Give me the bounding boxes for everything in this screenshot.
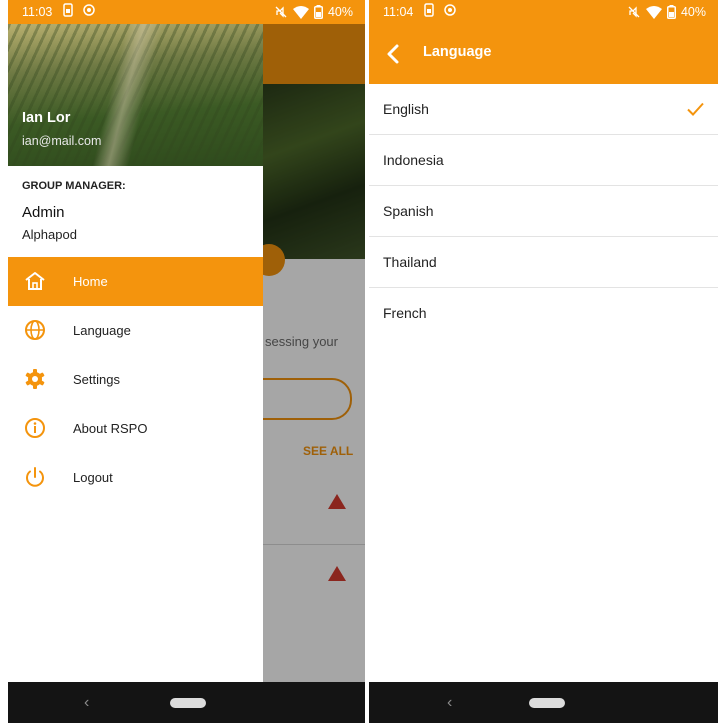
drawer-scrim[interactable] [263, 24, 365, 682]
battery-icon [313, 5, 323, 19]
language-label: Spanish [383, 203, 434, 219]
battery-percent: 40% [680, 5, 706, 19]
system-back-button[interactable]: ‹ [84, 694, 89, 712]
drawer-menu: Home Language Settings About RSPO Logout [8, 257, 263, 502]
gear-icon [25, 369, 45, 389]
system-back-button[interactable]: ‹ [447, 694, 452, 712]
info-icon [25, 418, 45, 438]
menu-item-label: About RSPO [73, 421, 148, 436]
navigation-drawer: Ian Lor ian@mail.com GROUP MANAGER: Admi… [8, 24, 263, 682]
status-time: 11:03 [22, 5, 53, 19]
user-name: Ian Lor [22, 110, 71, 126]
language-app-bar: Language [369, 24, 718, 84]
language-option-french[interactable]: French [369, 288, 718, 338]
right-phone-screen: 11:04 40% Language English Indonesia Spa… [369, 0, 718, 723]
group-organization: Alphapod [22, 227, 77, 242]
sim-icon [63, 3, 73, 17]
battery-percent: 40% [327, 5, 353, 19]
page-title: Language [423, 44, 492, 60]
menu-item-label: Language [73, 323, 131, 338]
mute-icon [628, 6, 640, 18]
menu-item-label: Home [73, 274, 108, 289]
language-label: French [383, 305, 427, 321]
language-option-thailand[interactable]: Thailand [369, 237, 718, 288]
group-manager-label: GROUP MANAGER: [22, 180, 126, 192]
checkmark-icon [687, 102, 704, 116]
status-bar: 11:04 40% [369, 0, 718, 24]
sim-icon [424, 3, 434, 17]
system-nav-bar: ‹ [8, 682, 365, 723]
power-icon [26, 467, 44, 487]
system-home-button[interactable] [170, 698, 206, 708]
language-label: Thailand [383, 254, 437, 270]
language-label: English [383, 101, 429, 117]
sync-icon [444, 4, 456, 16]
home-icon [25, 272, 45, 290]
battery-icon [666, 5, 676, 19]
left-phone-screen: 11:03 40% sessing your SEE ALL Ian Lor i… [8, 0, 365, 723]
globe-icon [25, 320, 45, 340]
language-label: Indonesia [383, 152, 444, 168]
wifi-icon [645, 5, 662, 19]
menu-item-label: Logout [73, 470, 113, 485]
menu-item-language[interactable]: Language [8, 306, 263, 355]
language-option-indonesia[interactable]: Indonesia [369, 135, 718, 186]
sync-icon [83, 4, 95, 16]
group-role: Admin [22, 204, 65, 221]
drawer-header: Ian Lor ian@mail.com [8, 24, 263, 166]
mute-icon [275, 6, 287, 18]
menu-item-about[interactable]: About RSPO [8, 404, 263, 453]
language-list: English Indonesia Spanish Thailand Frenc… [369, 84, 718, 338]
menu-item-settings[interactable]: Settings [8, 355, 263, 404]
language-option-english[interactable]: English [369, 84, 718, 135]
system-home-button[interactable] [529, 698, 565, 708]
back-arrow-icon[interactable] [381, 41, 407, 67]
menu-item-home[interactable]: Home [8, 257, 263, 306]
status-time: 11:04 [383, 5, 414, 19]
user-email: ian@mail.com [22, 134, 102, 148]
status-bar: 11:03 40% [8, 0, 365, 24]
menu-item-logout[interactable]: Logout [8, 453, 263, 502]
language-option-spanish[interactable]: Spanish [369, 186, 718, 237]
system-nav-bar: ‹ [369, 682, 718, 723]
menu-item-label: Settings [73, 372, 120, 387]
wifi-icon [292, 5, 309, 19]
